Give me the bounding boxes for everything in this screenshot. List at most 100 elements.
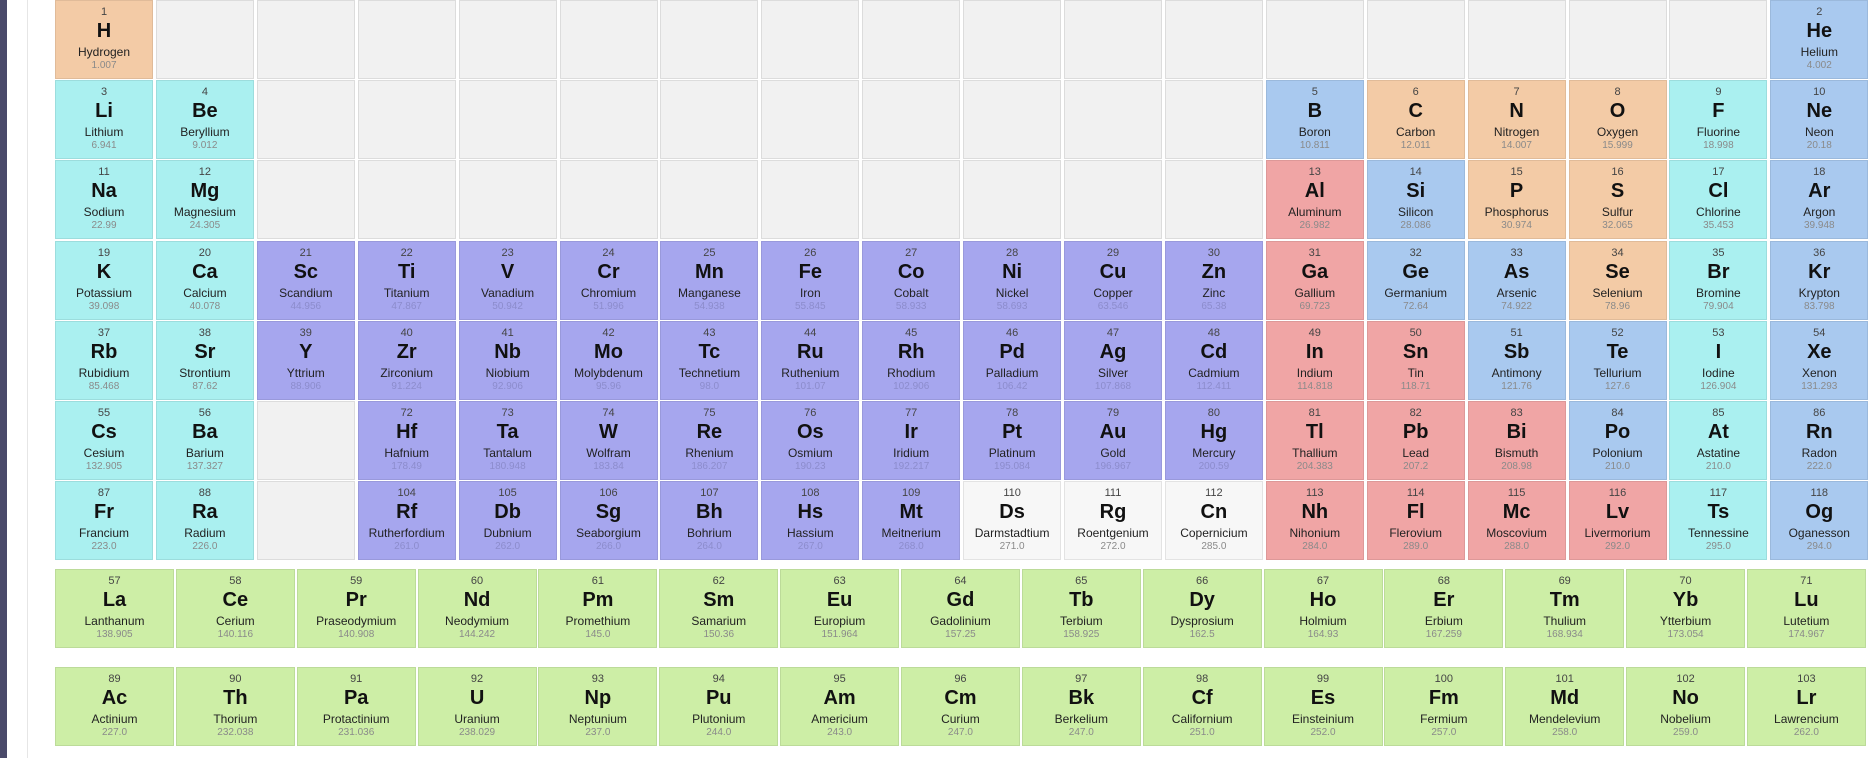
element-sg[interactable]: 106 Sg Seaborgium 266.0	[559, 481, 658, 561]
element-ru[interactable]: 44 Ru Ruthenium 101.07	[761, 320, 860, 400]
element-ni[interactable]: 28 Ni Nickel 58.693	[963, 240, 1062, 320]
element-nh[interactable]: 113 Nh Nihonium 284.0	[1265, 481, 1364, 561]
element-mc[interactable]: 115 Mc Moscovium 288.0	[1467, 481, 1566, 561]
element-lu[interactable]: 71 Lu Lutetium 174.967	[1746, 569, 1866, 648]
element-kr[interactable]: 36 Kr Krypton 83.798	[1770, 240, 1869, 320]
element-zr[interactable]: 40 Zr Zirconium 91.224	[357, 320, 456, 400]
element-c[interactable]: 6 C Carbon 12.011	[1366, 80, 1465, 160]
element-am[interactable]: 95 Am Americium 243.0	[780, 667, 900, 746]
element-pa[interactable]: 91 Pa Protactinium 231.036	[296, 667, 416, 746]
element-fr[interactable]: 87 Fr Francium 223.0	[55, 481, 153, 561]
element-hg[interactable]: 80 Hg Mercury 200.59	[1164, 401, 1263, 480]
element-fm[interactable]: 100 Fm Fermium 257.0	[1384, 667, 1504, 746]
element-ne[interactable]: 10 Ne Neon 20.18	[1770, 80, 1869, 160]
element-db[interactable]: 105 Db Dubnium 262.0	[458, 481, 557, 561]
element-fe[interactable]: 26 Fe Iron 55.845	[761, 240, 860, 320]
element-w[interactable]: 74 W Wolfram 183.84	[559, 401, 658, 480]
element-mn[interactable]: 25 Mn Manganese 54.938	[660, 240, 759, 320]
element-n[interactable]: 7 N Nitrogen 14.007	[1467, 80, 1566, 160]
element-cn[interactable]: 112 Cn Copernicium 285.0	[1164, 481, 1263, 561]
element-zn[interactable]: 30 Zn Zinc 65.38	[1164, 240, 1263, 320]
element-k[interactable]: 19 K Potassium 39.098	[55, 240, 153, 320]
element-i[interactable]: 53 I Iodine 126.904	[1669, 320, 1768, 400]
element-v[interactable]: 23 V Vanadium 50.942	[458, 240, 557, 320]
element-cs[interactable]: 55 Cs Cesium 132.905	[55, 401, 153, 480]
element-mg[interactable]: 12 Mg Magnesium 24.305	[155, 160, 254, 240]
element-th[interactable]: 90 Th Thorium 232.038	[175, 667, 295, 746]
element-og[interactable]: 118 Og Oganesson 294.0	[1770, 481, 1869, 561]
element-pr[interactable]: 59 Pr Praseodymium 140.908	[296, 569, 416, 648]
element-hs[interactable]: 108 Hs Hassium 267.0	[761, 481, 860, 561]
element-p[interactable]: 15 P Phosphorus 30.974	[1467, 160, 1566, 240]
element-ba[interactable]: 56 Ba Barium 137.327	[155, 401, 254, 480]
element-cd[interactable]: 48 Cd Cadmium 112.411	[1164, 320, 1263, 400]
element-rn[interactable]: 86 Rn Radon 222.0	[1770, 401, 1869, 480]
element-po[interactable]: 84 Po Polonium 210.0	[1568, 401, 1667, 480]
element-be[interactable]: 4 Be Beryllium 9.012	[155, 80, 254, 160]
element-ga[interactable]: 31 Ga Gallium 69.723	[1265, 240, 1364, 320]
element-sb[interactable]: 51 Sb Antimony 121.76	[1467, 320, 1566, 400]
element-nd[interactable]: 60 Nd Neodymium 144.242	[417, 569, 537, 648]
element-ds[interactable]: 110 Ds Darmstadtium 271.0	[963, 481, 1062, 561]
element-hf[interactable]: 72 Hf Hafnium 178.49	[357, 401, 456, 480]
element-h[interactable]: 1 H Hydrogen 1.007	[55, 0, 153, 79]
element-ce[interactable]: 58 Ce Cerium 140.116	[175, 569, 295, 648]
element-ts[interactable]: 117 Ts Tennessine 295.0	[1669, 481, 1768, 561]
element-pd[interactable]: 46 Pd Palladium 106.42	[963, 320, 1062, 400]
element-os[interactable]: 76 Os Osmium 190.23	[761, 401, 860, 480]
element-xe[interactable]: 54 Xe Xenon 131.293	[1770, 320, 1869, 400]
element-he[interactable]: 2 He Helium 4.002	[1770, 0, 1869, 79]
element-pm[interactable]: 61 Pm Promethium 145.0	[538, 569, 658, 648]
element-cr[interactable]: 24 Cr Chromium 51.996	[559, 240, 658, 320]
element-re[interactable]: 75 Re Rhenium 186.207	[660, 401, 759, 480]
element-ir[interactable]: 77 Ir Iridium 192.217	[862, 401, 961, 480]
element-b[interactable]: 5 B Boron 10.811	[1265, 80, 1364, 160]
element-fl[interactable]: 114 Fl Flerovium 289.0	[1366, 481, 1465, 561]
element-sm[interactable]: 62 Sm Samarium 150.36	[659, 569, 779, 648]
element-au[interactable]: 79 Au Gold 196.967	[1064, 401, 1162, 480]
element-rb[interactable]: 37 Rb Rubidium 85.468	[55, 320, 153, 400]
element-no[interactable]: 102 No Nobelium 259.0	[1626, 667, 1746, 746]
element-s[interactable]: 16 S Sulfur 32.065	[1568, 160, 1667, 240]
element-bi[interactable]: 83 Bi Bismuth 208.98	[1467, 401, 1566, 480]
element-ac[interactable]: 89 Ac Actinium 227.0	[55, 667, 174, 746]
element-br[interactable]: 35 Br Bromine 79.904	[1669, 240, 1768, 320]
element-tl[interactable]: 81 Tl Thallium 204.383	[1265, 401, 1364, 480]
element-dy[interactable]: 66 Dy Dysprosium 162.5	[1142, 569, 1262, 648]
element-tb[interactable]: 65 Tb Terbium 158.925	[1021, 569, 1141, 648]
element-rg[interactable]: 111 Rg Roentgenium 272.0	[1064, 481, 1162, 561]
element-pb[interactable]: 82 Pb Lead 207.2	[1366, 401, 1465, 480]
element-eu[interactable]: 63 Eu Europium 151.964	[780, 569, 900, 648]
element-te[interactable]: 52 Te Tellurium 127.6	[1568, 320, 1667, 400]
element-mo[interactable]: 42 Mo Molybdenum 95.96	[559, 320, 658, 400]
element-lv[interactable]: 116 Lv Livermorium 292.0	[1568, 481, 1667, 561]
element-cf[interactable]: 98 Cf Californium 251.0	[1142, 667, 1262, 746]
element-tc[interactable]: 43 Tc Technetium 98.0	[660, 320, 759, 400]
element-cu[interactable]: 29 Cu Copper 63.546	[1064, 240, 1162, 320]
element-si[interactable]: 14 Si Silicon 28.086	[1366, 160, 1465, 240]
element-u[interactable]: 92 U Uranium 238.029	[417, 667, 537, 746]
element-sc[interactable]: 21 Sc Scandium 44.956	[256, 240, 355, 320]
element-rf[interactable]: 104 Rf Rutherfordium 261.0	[357, 481, 456, 561]
element-bh[interactable]: 107 Bh Bohrium 264.0	[660, 481, 759, 561]
element-ra[interactable]: 88 Ra Radium 226.0	[155, 481, 254, 561]
element-ge[interactable]: 32 Ge Germanium 72.64	[1366, 240, 1465, 320]
element-se[interactable]: 34 Se Selenium 78.96	[1568, 240, 1667, 320]
element-np[interactable]: 93 Np Neptunium 237.0	[538, 667, 658, 746]
element-co[interactable]: 27 Co Cobalt 58.933	[862, 240, 961, 320]
element-sr[interactable]: 38 Sr Strontium 87.62	[155, 320, 254, 400]
element-y[interactable]: 39 Y Yttrium 88.906	[256, 320, 355, 400]
element-ta[interactable]: 73 Ta Tantalum 180.948	[458, 401, 557, 480]
element-cm[interactable]: 96 Cm Curium 247.0	[900, 667, 1020, 746]
element-f[interactable]: 9 F Fluorine 18.998	[1669, 80, 1768, 160]
element-pu[interactable]: 94 Pu Plutonium 244.0	[659, 667, 779, 746]
element-cl[interactable]: 17 Cl Chlorine 35.453	[1669, 160, 1768, 240]
element-as[interactable]: 33 As Arsenic 74.922	[1467, 240, 1566, 320]
element-er[interactable]: 68 Er Erbium 167.259	[1384, 569, 1504, 648]
element-ca[interactable]: 20 Ca Calcium 40.078	[155, 240, 254, 320]
element-nb[interactable]: 41 Nb Niobium 92.906	[458, 320, 557, 400]
element-li[interactable]: 3 Li Lithium 6.941	[55, 80, 153, 160]
element-ag[interactable]: 47 Ag Silver 107.868	[1064, 320, 1162, 400]
element-pt[interactable]: 78 Pt Platinum 195.084	[963, 401, 1062, 480]
element-at[interactable]: 85 At Astatine 210.0	[1669, 401, 1768, 480]
